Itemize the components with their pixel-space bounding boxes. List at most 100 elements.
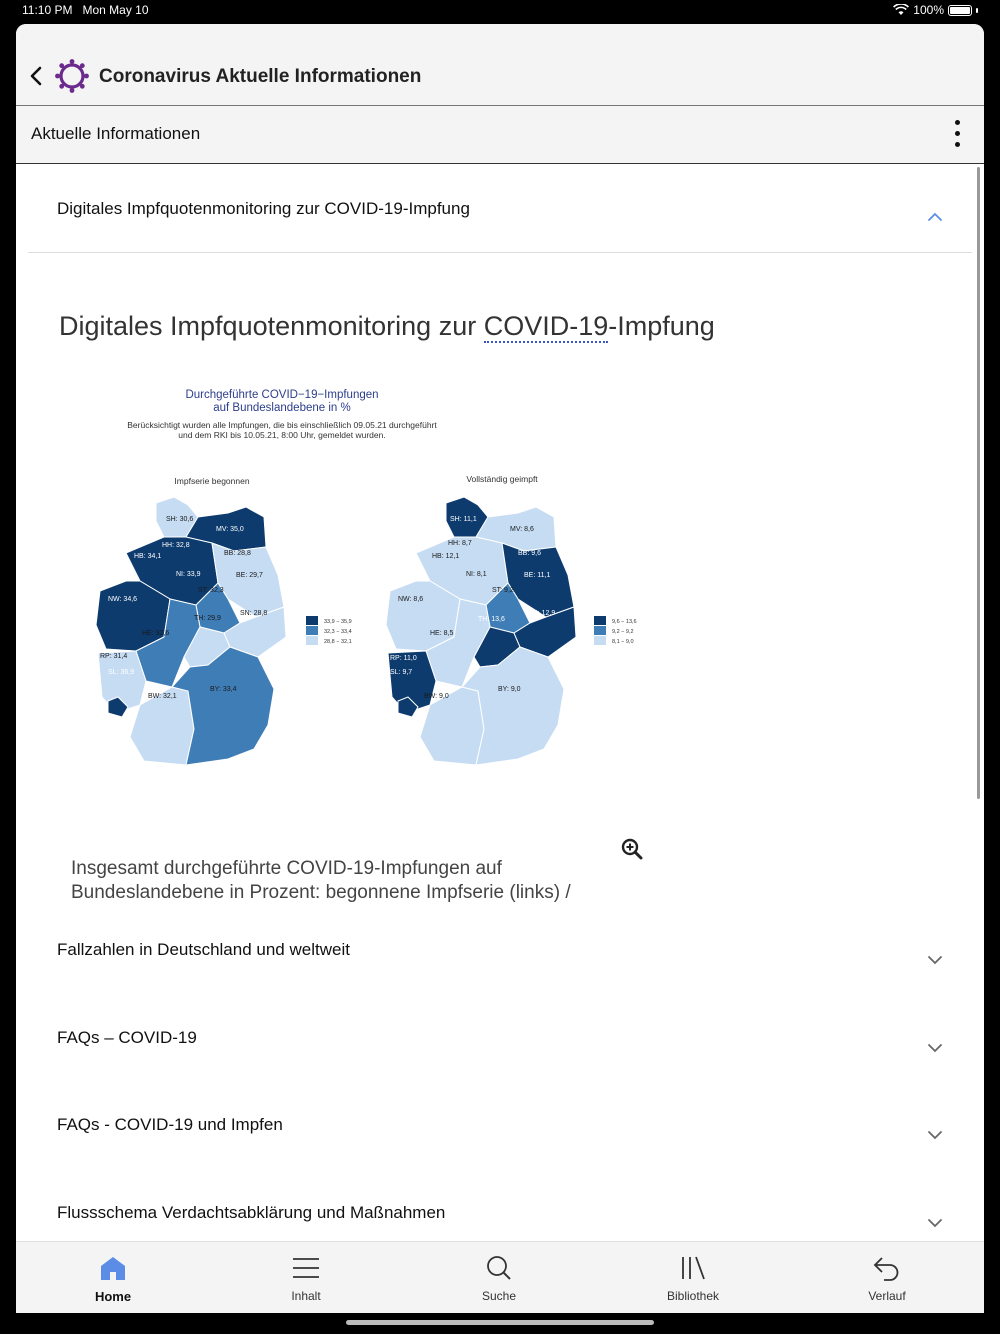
state-label: SH: 11,1	[450, 516, 477, 523]
legend-swatch	[306, 636, 318, 645]
state-label: BE: 29,7	[236, 572, 263, 579]
state-label: TH: 29,9	[194, 615, 221, 622]
wifi-icon	[893, 4, 910, 15]
state-label: NI: 33,9	[176, 571, 201, 578]
accordion-title: Flussschema Verdachtsabklärung und Maßna…	[57, 1203, 446, 1222]
chevron-up-icon[interactable]	[926, 211, 944, 223]
legend-swatch	[306, 626, 318, 635]
state-label: BY: 33,4	[210, 686, 237, 693]
subheader-title: Aktuelle Informationen	[31, 124, 201, 143]
state-label: SN: 12,9	[528, 610, 555, 617]
legend-label: 28,8 − 32,1	[324, 639, 352, 645]
vaccination-map-figure[interactable]: Durchgeführte COVID−19−Impfungen auf Bun…	[78, 385, 648, 765]
battery-tip	[976, 7, 978, 13]
battery-percent: 100%	[913, 3, 944, 17]
figure-note-line1: Berücksichtigt wurden alle Impfungen, di…	[127, 420, 437, 430]
legend-label: 8,1 − 9,0	[612, 639, 634, 645]
status-time: 11:10 PM Mon May 10	[22, 3, 149, 17]
virus-logo-icon	[55, 59, 89, 93]
tab-label: Suche	[481, 1289, 517, 1303]
tab-home[interactable]: Home	[48, 1242, 178, 1313]
right-germany-map	[385, 496, 577, 765]
right-legend: 9,6 − 13,6 9,2 − 9,2 8,1 − 9,0	[594, 616, 637, 645]
library-icon	[682, 1256, 705, 1280]
legend-swatch	[306, 616, 318, 625]
accordion-faqs-impfen[interactable]: FAQs - COVID-19 und Impfen	[16, 1115, 984, 1201]
accordion-impfquoten[interactable]: Digitales Impfquotenmonitoring zur COVID…	[28, 165, 972, 253]
state-label: HB: 34,1	[134, 553, 161, 560]
state-label: HE: 32,6	[142, 630, 169, 637]
subheader: Aktuelle Informationen	[16, 106, 984, 164]
tab-label: Home	[94, 1289, 132, 1304]
tab-verlauf[interactable]: Verlauf	[822, 1242, 952, 1313]
tab-bar: Home Inhalt Suche Bibliothek Verlauf	[16, 1241, 984, 1313]
state-label: SL: 36,9	[108, 669, 134, 676]
state-label: TH: 13,6	[478, 616, 505, 623]
app-window: Coronavirus Aktuelle Informationen Aktue…	[16, 24, 984, 1313]
legend-label: 33,9 − 35,9	[324, 619, 352, 625]
state-label: BB: 9,6	[518, 550, 541, 557]
chevron-down-icon[interactable]	[926, 1217, 944, 1229]
menu-icon	[293, 1258, 319, 1278]
state-label: SH: 30,6	[166, 516, 193, 523]
state-label: HB: 12,1	[432, 553, 459, 560]
state-label: BE: 11,1	[524, 572, 550, 579]
accordion-fallzahlen[interactable]: Fallzahlen in Deutschland und weltweit	[16, 940, 984, 1026]
app-title: Coronavirus Aktuelle Informationen	[99, 66, 422, 87]
status-bar: 11:10 PM Mon May 10 100%	[0, 0, 1000, 24]
chevron-down-icon[interactable]	[926, 1042, 944, 1054]
chevron-down-icon[interactable]	[926, 1129, 944, 1141]
home-indicator[interactable]	[346, 1320, 654, 1325]
tab-label: Verlauf	[868, 1289, 906, 1303]
legend-swatch	[594, 626, 606, 635]
tab-label: Bibliothek	[666, 1289, 720, 1303]
more-options-icon[interactable]	[954, 120, 962, 150]
article-heading: Digitales Impfquotenmonitoring zur COVID…	[59, 311, 715, 343]
back-chevron-icon[interactable]	[26, 62, 46, 90]
legend-label: 32,3 − 33,4	[324, 629, 352, 635]
state-label: SL: 9,7	[390, 669, 412, 676]
accordion-title: Digitales Impfquotenmonitoring zur COVID…	[57, 199, 470, 218]
legend-label: 9,2 − 9,2	[612, 629, 634, 635]
state-label: SN: 28,8	[240, 610, 267, 617]
state-label: NI: 8,1	[466, 571, 487, 578]
legend-swatch	[594, 636, 606, 645]
state-label: MV: 8,6	[510, 526, 534, 533]
state-label: MV: 35,0	[216, 526, 244, 533]
content-area: Digitales Impfquotenmonitoring zur COVID…	[16, 165, 984, 1241]
legend-swatch	[594, 616, 606, 625]
state-label: RP: 31,4	[100, 653, 127, 660]
app-header: Coronavirus Aktuelle Informationen	[16, 24, 984, 106]
heading-text: Digitales Impfquotenmonitoring zur	[59, 311, 484, 341]
heading-text-end: -Impfung	[608, 311, 715, 341]
legend-label: 9,6 − 13,6	[612, 619, 637, 625]
battery-icon	[948, 4, 972, 16]
search-icon	[487, 1256, 511, 1280]
state-label: HH: 32,8	[162, 542, 190, 549]
state-label: ST: 32,3	[198, 587, 224, 594]
state-label: RP: 11,0	[390, 655, 417, 662]
figure-title-line1: Durchgeführte COVID−19−Impfungen	[185, 389, 378, 401]
tab-suche[interactable]: Suche	[434, 1242, 564, 1313]
state-label: HE: 8,5	[430, 630, 453, 637]
accordion-title: FAQs – COVID-19	[57, 1028, 197, 1047]
status-right: 100%	[893, 3, 978, 17]
heading-abbreviation[interactable]: COVID-19	[483, 311, 609, 343]
accordion-flussschema[interactable]: Flussschema Verdachtsabklärung und Maßna…	[16, 1203, 984, 1241]
figure-caption: Insgesamt durchgeführte COVID-19-Impfung…	[71, 858, 571, 903]
scrollbar[interactable]	[977, 167, 980, 799]
state-label: NW: 34,6	[108, 596, 137, 603]
accordion-title: Fallzahlen in Deutschland und weltweit	[57, 940, 350, 959]
tab-bibliothek[interactable]: Bibliothek	[628, 1242, 758, 1313]
accordion-faqs[interactable]: FAQs – COVID-19	[16, 1028, 984, 1114]
chevron-down-icon[interactable]	[926, 954, 944, 966]
tab-inhalt[interactable]: Inhalt	[241, 1242, 371, 1313]
left-map-title: Impfserie begonnen	[174, 476, 249, 486]
right-map-title: Vollständig geimpft	[466, 474, 538, 484]
figure-title-line2: auf Bundeslandebene in %	[213, 402, 350, 414]
state-label: HH: 8,7	[448, 540, 472, 547]
tab-label: Inhalt	[291, 1289, 321, 1303]
accordion-title: FAQs - COVID-19 und Impfen	[57, 1115, 283, 1134]
home-icon	[101, 1257, 125, 1280]
undo-icon	[873, 1257, 899, 1281]
